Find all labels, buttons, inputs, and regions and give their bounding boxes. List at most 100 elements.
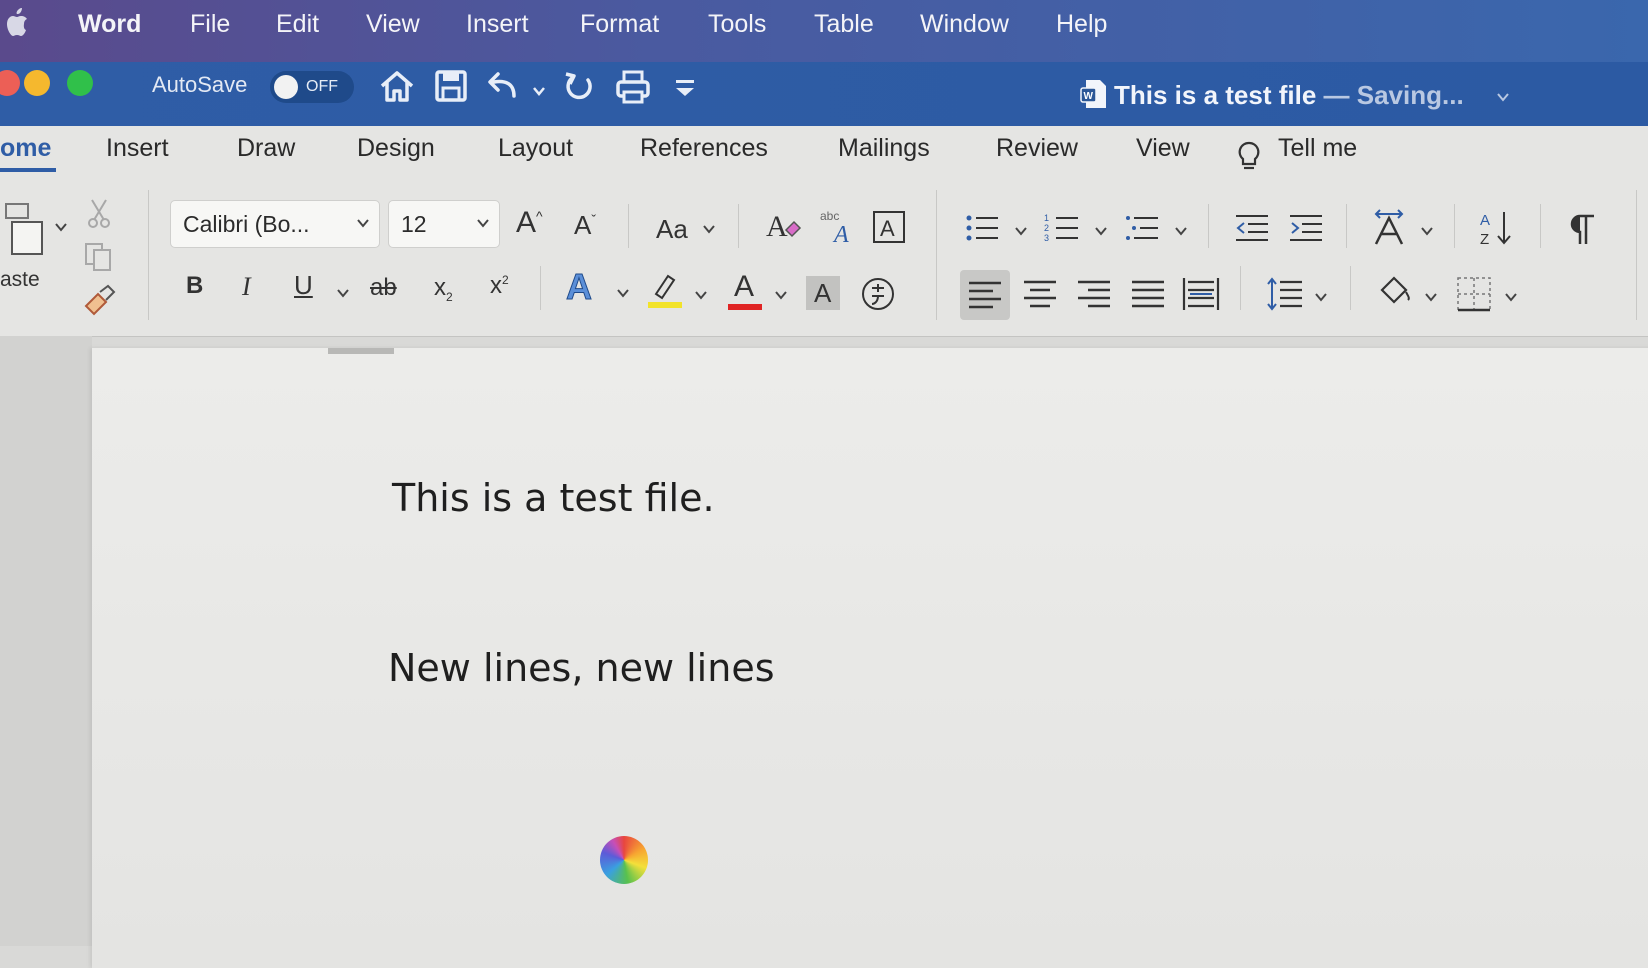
svg-text:A: A (766, 210, 788, 243)
bullets-icon[interactable] (964, 210, 1000, 246)
tab-view[interactable]: View (1136, 134, 1190, 163)
autosave-toggle[interactable]: OFF (270, 71, 354, 103)
menu-table[interactable]: Table (814, 10, 874, 39)
shading-chevron-icon[interactable] (1424, 290, 1438, 304)
character-border-icon[interactable]: A (872, 210, 906, 244)
ribbon-separator (1208, 204, 1209, 248)
font-name-chevron-icon (357, 219, 369, 228)
document-page[interactable] (92, 348, 1648, 968)
numbering-icon[interactable]: 123 (1044, 210, 1080, 246)
menu-view[interactable]: View (366, 10, 420, 39)
show-formatting-marks-icon[interactable] (1568, 212, 1598, 246)
font-size-select[interactable]: 12 (388, 200, 500, 248)
sort-icon[interactable]: AZ (1478, 208, 1516, 248)
undo-dropdown-chevron-icon[interactable] (532, 84, 546, 98)
ruler-indent-marker[interactable] (328, 348, 394, 354)
distributed-icon[interactable] (1182, 276, 1220, 312)
clear-formatting-icon[interactable]: A (764, 208, 802, 244)
maximize-window-button[interactable] (67, 70, 93, 96)
svg-text:abc: abc (820, 209, 839, 223)
format-painter-icon[interactable] (82, 284, 116, 318)
ribbon-separator (1540, 204, 1541, 248)
tab-home[interactable]: ome (0, 134, 51, 163)
font-name-select[interactable]: Calibri (Bo... (170, 200, 380, 248)
ribbon-separator (628, 204, 629, 248)
lightbulb-icon[interactable] (1236, 140, 1262, 176)
menu-format[interactable]: Format (580, 10, 659, 39)
numbering-chevron-icon[interactable] (1094, 224, 1108, 238)
shading-paint-bucket-icon[interactable] (1376, 272, 1412, 308)
text-effects-button[interactable]: A (566, 266, 593, 308)
underline-button[interactable]: U (294, 270, 313, 301)
strikethrough-button[interactable]: ab (370, 274, 397, 302)
tab-review[interactable]: Review (996, 134, 1078, 163)
shrink-font-icon: A (574, 210, 592, 240)
superscript-button[interactable]: x2 (490, 272, 509, 300)
align-center-icon[interactable] (1022, 276, 1058, 312)
multilevel-list-icon[interactable] (1124, 210, 1160, 246)
highlight-chevron-icon[interactable] (694, 288, 708, 302)
apple-icon[interactable] (4, 6, 32, 40)
bullets-chevron-icon[interactable] (1014, 224, 1028, 238)
tab-mailings[interactable]: Mailings (838, 134, 930, 163)
tab-design[interactable]: Design (357, 134, 435, 163)
minimize-window-button[interactable] (24, 70, 50, 96)
redo-icon[interactable] (560, 66, 598, 106)
menu-edit[interactable]: Edit (276, 10, 319, 39)
title-menu-chevron-icon[interactable] (1496, 90, 1510, 104)
tell-me-search[interactable]: Tell me (1278, 134, 1357, 163)
undo-icon[interactable] (484, 66, 522, 106)
tab-insert[interactable]: Insert (106, 134, 169, 163)
text-effects-chevron-icon[interactable] (616, 286, 630, 300)
cut-icon[interactable] (86, 196, 112, 228)
line-spacing-chevron-icon[interactable] (1314, 290, 1328, 304)
text-direction-chevron-icon[interactable] (1420, 224, 1434, 238)
borders-icon[interactable] (1456, 276, 1492, 312)
document-paragraph-1[interactable]: This is a test file. (392, 476, 715, 520)
subscript-button[interactable]: x2 (434, 274, 453, 304)
copy-icon[interactable] (82, 240, 116, 274)
phonetic-guide-icon[interactable]: abc A (818, 206, 858, 248)
ribbon-separator (1636, 190, 1637, 320)
borders-chevron-icon[interactable] (1504, 290, 1518, 304)
paste-dropdown-chevron-icon[interactable] (54, 220, 68, 234)
ribbon-separator (1346, 204, 1347, 248)
line-spacing-icon[interactable] (1266, 276, 1304, 312)
justify-icon[interactable] (1130, 276, 1166, 312)
save-icon[interactable] (432, 66, 470, 106)
highlight-color-icon[interactable] (646, 270, 684, 310)
tab-draw[interactable]: Draw (237, 134, 295, 163)
paste-icon[interactable] (4, 196, 48, 258)
multilevel-chevron-icon[interactable] (1174, 224, 1188, 238)
menu-app-word[interactable]: Word (78, 10, 141, 39)
home-icon[interactable] (378, 66, 416, 106)
character-shading-button[interactable]: A (806, 276, 840, 310)
align-right-icon[interactable] (1076, 276, 1112, 312)
underline-chevron-icon[interactable] (336, 286, 350, 300)
tab-layout[interactable]: Layout (498, 134, 573, 163)
align-left-icon (969, 281, 1001, 309)
menu-tools[interactable]: Tools (708, 10, 766, 39)
align-left-button[interactable] (960, 270, 1010, 320)
grow-font-button[interactable]: A^ (516, 206, 543, 240)
customize-toolbar-icon[interactable] (670, 66, 700, 106)
increase-indent-icon[interactable] (1288, 212, 1324, 244)
menu-window[interactable]: Window (920, 10, 1009, 39)
menu-insert[interactable]: Insert (466, 10, 529, 39)
font-color-button[interactable]: A (726, 270, 764, 312)
document-paragraph-2[interactable]: New lines, new lines (388, 646, 775, 690)
print-icon[interactable] (614, 66, 652, 106)
bold-button[interactable]: B (186, 272, 203, 300)
ribbon-separator (1454, 204, 1455, 248)
change-case-button[interactable]: Aa (656, 214, 688, 245)
enclose-characters-icon[interactable] (860, 276, 896, 312)
menu-file[interactable]: File (190, 10, 230, 39)
decrease-indent-icon[interactable] (1234, 212, 1270, 244)
italic-button[interactable]: I (242, 272, 251, 302)
change-case-chevron-icon[interactable] (702, 222, 716, 236)
font-color-chevron-icon[interactable] (774, 288, 788, 302)
tab-references[interactable]: References (640, 134, 768, 163)
text-direction-icon[interactable] (1370, 208, 1408, 248)
shrink-font-button[interactable]: Aˇ (574, 210, 596, 241)
menu-help[interactable]: Help (1056, 10, 1107, 39)
